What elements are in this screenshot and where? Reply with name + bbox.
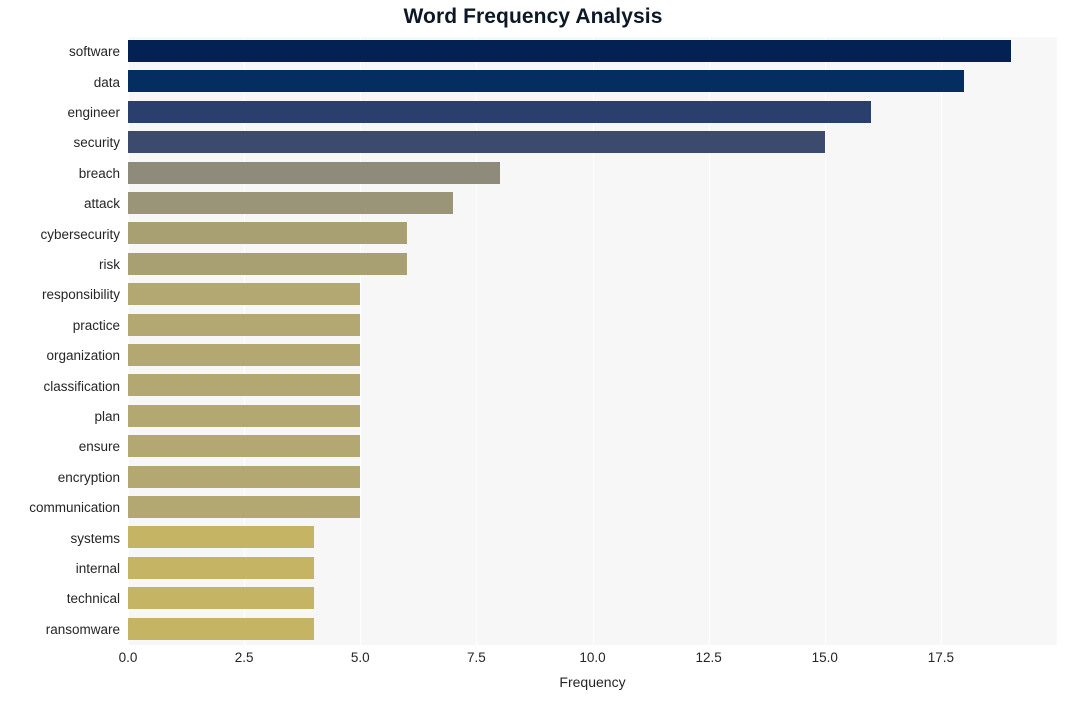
x-tick-label-10.0: 10.0 [579,650,606,665]
bar-row [128,554,1057,584]
bar-row [128,371,1057,401]
bar-encryption[interactable] [128,465,361,488]
bar-row [128,463,1057,493]
x-axis-tick-labels: 0.0 2.5 5.0 7.5 10.0 12.5 15.0 17.5 [0,650,1066,672]
x-tick-label-12.5: 12.5 [695,650,722,665]
y-tick-label-data: data [93,74,120,90]
bar-internal[interactable] [128,556,314,579]
bar-communication[interactable] [128,496,361,518]
y-tick-label-ensure: ensure [78,439,120,455]
y-tick-label-ransomware: ransomware [45,621,120,637]
y-tick-label-software: software [68,44,120,60]
bar-row [128,615,1057,645]
bar-row [128,280,1057,310]
y-tick-label-organization: organization [46,348,120,364]
bar-row [128,189,1057,219]
y-tick-label-engineer: engineer [67,105,120,120]
bar-row [128,402,1057,432]
y-tick-label-classification: classification [43,378,120,394]
bar-software[interactable] [128,40,1011,62]
chart-figure: Word Frequency Analysis software data engi… [0,0,1066,701]
y-tick-label-systems: systems [70,530,120,546]
bar-row [128,67,1057,97]
y-tick-label-breach: breach [78,165,120,181]
bar-row [128,523,1057,553]
bar-row [128,128,1057,158]
y-tick-label-communication: communication [29,500,120,516]
x-tick-label-7.5: 7.5 [466,650,486,665]
bar-security[interactable] [128,131,825,154]
bar-row [128,250,1057,280]
bar-practice[interactable] [128,313,361,336]
x-tick-label-2.5: 2.5 [234,650,254,665]
y-tick-label-responsibility: responsibility [41,287,120,303]
bar-plan[interactable] [128,404,361,427]
bar-risk[interactable] [128,252,407,275]
bar-organization[interactable] [128,344,361,366]
bar-cybersecurity[interactable] [128,222,407,245]
x-tick-label-15.0: 15.0 [811,650,838,665]
bar-row [128,159,1057,189]
bar-engineer[interactable] [128,100,872,123]
bar-row [128,341,1057,371]
bar-row [128,311,1057,341]
bar-attack[interactable] [128,192,454,214]
y-axis-tick-labels: software data engineer security breach attack… [0,37,120,645]
y-tick-label-encryption: encryption [57,469,120,485]
bar-row [128,584,1057,614]
bar-row [128,493,1057,523]
bar-systems[interactable] [128,526,314,549]
y-tick-label-cybersecurity: cybersecurity [40,226,120,242]
bar-row [128,98,1057,128]
bar-row [128,432,1057,462]
bar-technical[interactable] [128,587,314,610]
y-tick-label-attack: attack [83,196,120,212]
bar-ransomware[interactable] [128,617,314,640]
bar-row [128,219,1057,249]
bar-row [128,37,1057,67]
y-tick-label-risk: risk [99,257,120,272]
bar-ensure[interactable] [128,435,361,458]
bar-breach[interactable] [128,161,500,184]
y-tick-label-internal: internal [75,561,120,576]
bar-classification[interactable] [128,374,361,397]
bar-data[interactable] [128,70,965,93]
x-tick-label-17.5: 17.5 [927,650,955,665]
x-tick-label-0.0: 0.0 [118,650,138,665]
bar-responsibility[interactable] [128,283,361,306]
bars-container [128,37,1057,645]
y-tick-label-plan: plan [94,409,120,424]
x-tick-label-5.0: 5.0 [350,650,370,665]
y-tick-label-practice: practice [72,317,120,333]
y-tick-label-security: security [73,135,120,151]
chart-title: Word Frequency Analysis [403,5,663,28]
x-axis-title: Frequency [559,674,626,690]
plot-area [128,37,1057,645]
y-tick-label-technical: technical [66,591,120,607]
